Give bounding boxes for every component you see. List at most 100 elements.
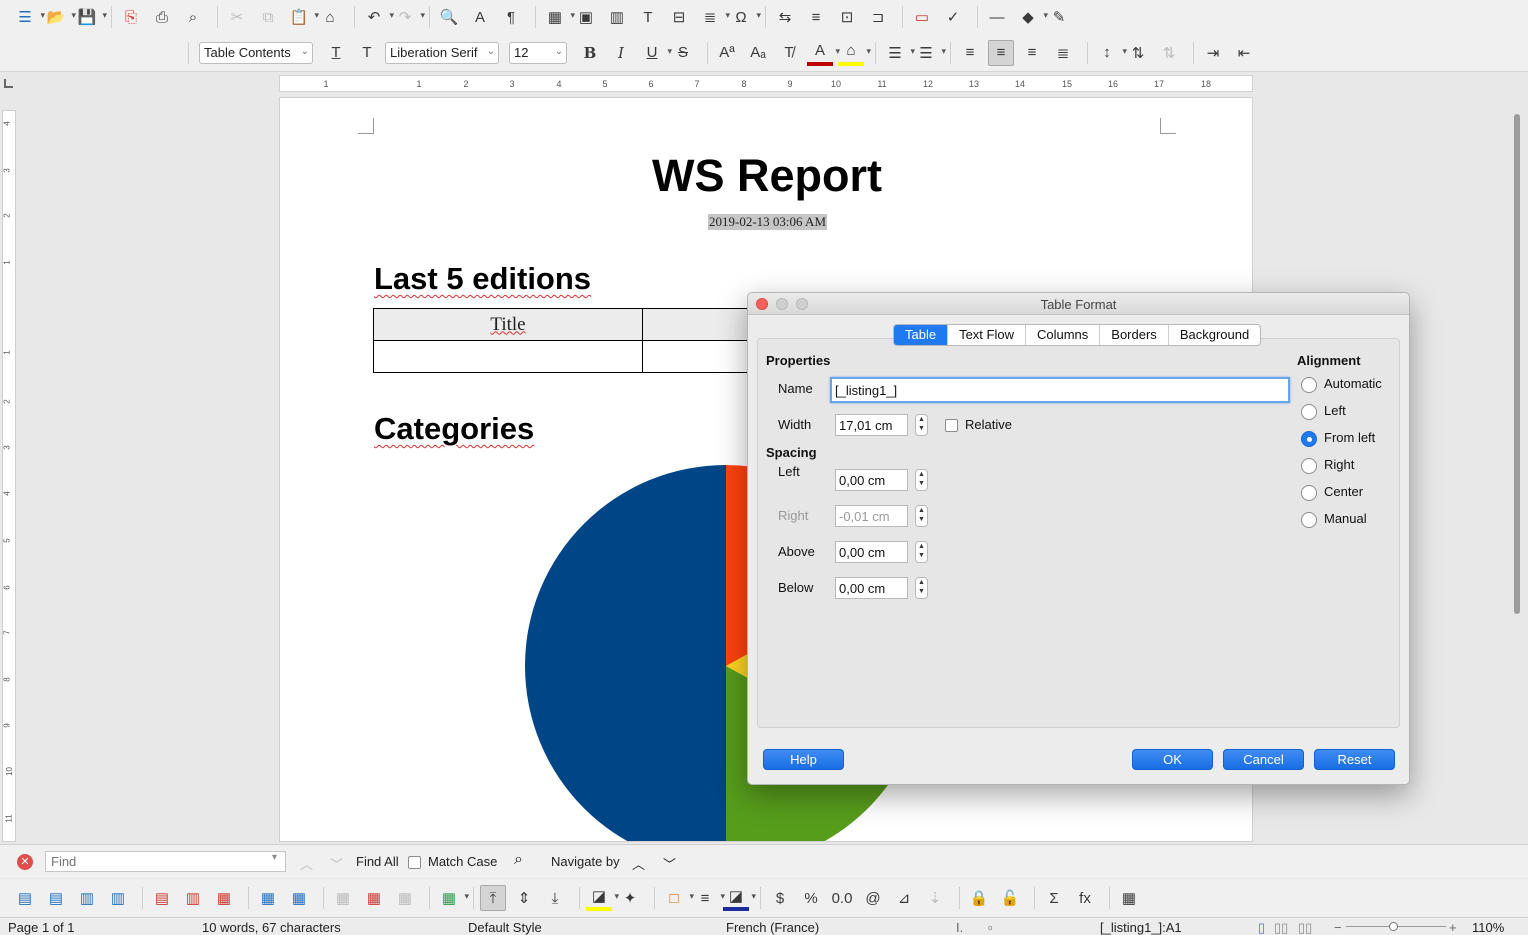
line-spacing-icon[interactable]: ↕ (1094, 40, 1127, 66)
sidebar-menu-icon[interactable]: ☰ (12, 4, 45, 30)
alignment-radio-left[interactable] (1301, 404, 1317, 420)
increase-indent-icon[interactable]: ⇥ (1200, 40, 1226, 66)
table-name-field[interactable] (830, 377, 1290, 403)
pie-slice[interactable] (525, 465, 726, 842)
table-cell-background-icon[interactable]: ◪ (586, 885, 619, 911)
insert-mode-icon[interactable]: I. (956, 920, 963, 935)
cut-icon[interactable]: ✂ (224, 4, 250, 30)
clone-formatting-icon[interactable]: ⌂ (317, 4, 343, 30)
date-field[interactable]: 2019-02-13 03:06 AM (708, 214, 827, 230)
cancel-button[interactable]: Cancel (1223, 749, 1304, 770)
close-findbar-icon[interactable]: ✕ (17, 854, 33, 870)
clear-formatting-icon[interactable]: T̸ (776, 40, 802, 66)
font-size-combo[interactable]: 12 ⌄ (509, 41, 567, 64)
decrease-spacing-icon[interactable]: ⇅ (1156, 40, 1182, 66)
table-autoformat-icon[interactable]: ▦ (436, 885, 469, 911)
sum-icon[interactable]: Σ (1041, 885, 1067, 911)
zoom-slider-handle[interactable] (1389, 922, 1398, 931)
heading-categories[interactable]: Categories (374, 411, 534, 447)
below-spacing-field[interactable] (835, 577, 908, 599)
protect-cells-icon[interactable]: 🔒 (966, 885, 992, 911)
alignment-radio-manual[interactable] (1301, 512, 1317, 528)
zoom-level[interactable]: 110% (1472, 920, 1504, 935)
find-input[interactable] (45, 851, 286, 872)
language[interactable]: French (France) (726, 920, 819, 935)
center-vertically-icon[interactable]: ⇕ (511, 885, 537, 911)
insert-chart-icon[interactable]: ▥ (604, 4, 630, 30)
save-icon[interactable]: 💾 (74, 4, 107, 30)
insert-columns-after-icon[interactable]: ▥ (105, 885, 131, 911)
font-color-icon[interactable]: A (807, 40, 840, 66)
delete-columns-icon[interactable]: ▥ (180, 885, 206, 911)
borders-icon[interactable]: □ (661, 885, 694, 911)
find-replace-icon[interactable]: 🔍 (436, 4, 462, 30)
font-name-combo[interactable]: Liberation Serif ⌄ (385, 41, 499, 64)
formatting-marks-icon[interactable]: ¶ (498, 4, 524, 30)
bookmark-icon[interactable]: ⊐ (865, 4, 891, 30)
unprotect-cells-icon[interactable]: 🔓 (997, 885, 1023, 911)
zoom-out-icon[interactable]: − (1334, 920, 1342, 935)
new-style-icon[interactable]: T (354, 40, 380, 66)
select-cell-icon[interactable]: ▦ (255, 885, 281, 911)
number-format-icon[interactable]: 0.0 (829, 885, 855, 911)
select-table-icon[interactable]: ▦ (286, 885, 312, 911)
table-properties-icon[interactable]: ▦ (1116, 885, 1142, 911)
tab-table[interactable]: Table (894, 325, 949, 345)
hyperlink-icon[interactable]: ⇆ (772, 4, 798, 30)
undo-icon[interactable]: ↶ (361, 4, 394, 30)
width-spinner[interactable]: ▲ ▼ (915, 414, 928, 436)
page-count[interactable]: Page 1 of 1 (8, 920, 75, 935)
alignment-radio-automatic[interactable] (1301, 377, 1317, 393)
align-left-icon[interactable]: ≡ (957, 40, 983, 66)
zoom-in-icon[interactable]: + (1449, 920, 1457, 935)
footnote-icon[interactable]: ≡ (803, 4, 829, 30)
numbered-list-icon[interactable]: ☰ (913, 40, 946, 66)
endnote-icon[interactable]: ⊡ (834, 4, 860, 30)
copy-icon[interactable]: ⧉ (255, 4, 281, 30)
special-character-icon[interactable]: Ω (728, 4, 761, 30)
track-changes-icon[interactable]: ✓ (940, 4, 966, 30)
find-replace-icon[interactable]: ⌕ (514, 851, 523, 869)
bold-icon[interactable]: B (577, 40, 603, 66)
find-all-button[interactable]: Find All (356, 854, 399, 869)
document-modified-icon[interactable]: ▫ (988, 920, 993, 935)
currency-format-icon[interactable]: $ (767, 885, 793, 911)
horizontal-ruler[interactable]: 1 1 2 3 4 5 6 7 8 9 10 11 12 13 14 15 16 17 18 (279, 75, 1253, 92)
tab-text-flow[interactable]: Text Flow (948, 325, 1026, 345)
sort-icon[interactable]: ⇣ (922, 885, 948, 911)
spelling-icon[interactable]: A (467, 4, 493, 30)
multi-page-view-icon[interactable]: ▯▯ (1274, 920, 1288, 935)
decrease-indent-icon[interactable]: ⇤ (1231, 40, 1257, 66)
export-pdf-icon[interactable]: ⎘ (118, 4, 144, 30)
tab-background[interactable]: Background (1169, 325, 1260, 345)
subscript-icon[interactable]: Aₐ (745, 40, 771, 66)
align-center-icon[interactable]: ≡ (988, 39, 1014, 66)
ok-button[interactable]: OK (1132, 749, 1213, 770)
insert-image-icon[interactable]: ▣ (573, 4, 599, 30)
justify-icon[interactable]: ≣ (1050, 40, 1076, 66)
find-previous-icon[interactable]: ︿ (300, 854, 313, 873)
formula-icon[interactable]: fx (1072, 885, 1098, 911)
merge-cells-icon[interactable]: ▦ (330, 885, 356, 911)
word-count[interactable]: 10 words, 67 characters (202, 920, 341, 935)
paste-icon[interactable]: 📋 (286, 4, 319, 30)
vertical-ruler[interactable]: 4 3 2 1 1 2 3 4 5 6 7 8 9 10 11 (2, 110, 16, 842)
navigate-down-icon[interactable]: ﹀ (663, 854, 676, 873)
ruler-tab-selector[interactable] (4, 79, 13, 88)
insert-line-icon[interactable]: — (984, 4, 1010, 30)
left-spacing-spinner[interactable]: ▲ ▼ (915, 469, 928, 491)
border-style-icon[interactable]: ≡ (692, 885, 725, 911)
align-right-icon[interactable]: ≡ (1019, 40, 1045, 66)
comment-icon[interactable]: ▭ (909, 4, 935, 30)
width-field[interactable] (835, 414, 908, 436)
insert-page-break-icon[interactable]: ⊟ (666, 4, 692, 30)
alignment-radio-from-left[interactable] (1301, 431, 1317, 447)
delete-rows-icon[interactable]: ▤ (149, 885, 175, 911)
match-case-checkbox[interactable] (408, 856, 421, 869)
print-icon[interactable]: ⎙ (149, 4, 175, 30)
highlight-color-icon[interactable]: ⌂ (838, 40, 871, 66)
insert-rows-below-icon[interactable]: ▤ (43, 885, 69, 911)
left-spacing-field[interactable] (835, 469, 908, 491)
vertical-scrollbar[interactable] (1508, 92, 1528, 842)
percent-format-icon[interactable]: % (798, 885, 824, 911)
